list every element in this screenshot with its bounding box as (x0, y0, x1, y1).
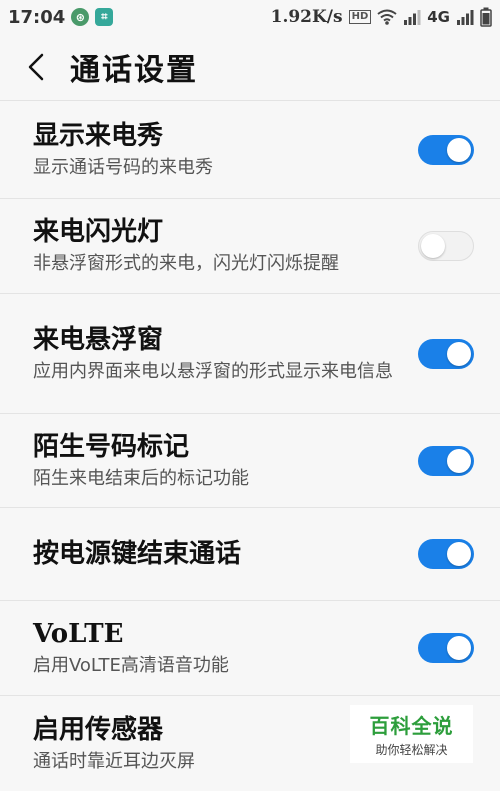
setting-desc: 显示通话号码的来电秀 (33, 156, 213, 178)
volte-toggle[interactable] (418, 633, 474, 663)
flash-light-toggle[interactable] (418, 231, 474, 261)
settings-list: 显示来电秀 显示通话号码的来电秀 来电闪光灯 非悬浮窗形式的来电，闪光灯闪烁提醒… (0, 101, 500, 791)
setting-floating-window[interactable]: 来电悬浮窗 应用内界面来电以悬浮窗的形式显示来电信息 (0, 294, 500, 414)
setting-desc: 通话时靠近耳边灭屏 (33, 750, 195, 772)
wifi-icon (377, 9, 397, 25)
status-bar: 17:04 ⊛ ⌗ 1.92K/s HD 4G (0, 0, 500, 34)
toggle-knob (447, 542, 471, 566)
watermark-main: 百科全说 (369, 714, 454, 738)
power-key-toggle[interactable] (418, 539, 474, 569)
toggle-knob (447, 448, 471, 473)
floating-window-toggle[interactable] (418, 338, 474, 369)
setting-show-call-show[interactable]: 显示来电秀 显示通话号码的来电秀 (0, 101, 500, 199)
setting-desc: 非悬浮窗形式的来电，闪光灯闪烁提醒 (33, 253, 339, 274)
toggle-knob (447, 636, 471, 660)
setting-desc: 应用内界面来电以悬浮窗的形式显示来电信息 (33, 360, 393, 382)
stranger-mark-toggle[interactable] (418, 445, 474, 476)
status-left: 17:04 ⊛ ⌗ (8, 6, 114, 28)
setting-title: 按电源键结束通话 (33, 539, 242, 569)
call-show-toggle[interactable] (418, 134, 474, 165)
setting-desc: 启用VoLTE高清语音功能 (33, 655, 229, 676)
setting-power-key-end-call[interactable]: 按电源键结束通话 (0, 508, 500, 601)
setting-title: 显示来电秀 (33, 120, 164, 151)
toggle-knob (421, 234, 445, 258)
setting-title: 来电闪光灯 (33, 217, 164, 247)
setting-desc: 陌生来电结束后的标记功能 (33, 467, 249, 489)
setting-title: 启用传感器 (33, 714, 164, 745)
watermark-sub: 助你轻松解决 (375, 743, 448, 757)
status-right: 1.92K/s HD 4G (271, 7, 492, 27)
network-type: 4G (427, 8, 450, 26)
app-header: 通话设置 (0, 34, 500, 100)
toggle-knob (447, 341, 471, 366)
setting-title: VoLTE (33, 619, 124, 649)
app-notification-icon: ⊛ (71, 8, 90, 26)
setting-volte[interactable]: VoLTE 启用VoLTE高清语音功能 (0, 601, 500, 696)
setting-title: 来电悬浮窗 (33, 324, 164, 355)
back-button[interactable] (18, 47, 54, 87)
setting-stranger-mark[interactable]: 陌生号码标记 陌生来电结束后的标记功能 (0, 414, 500, 508)
status-time: 17:04 (8, 6, 66, 28)
signal-icon-2 (457, 10, 474, 25)
scan-notification-icon: ⌗ (95, 8, 114, 26)
setting-title: 陌生号码标记 (33, 431, 190, 462)
back-arrow-icon (28, 53, 44, 81)
battery-icon (480, 7, 492, 27)
watermark-logo: 百科全说 助你轻松解决 (350, 705, 473, 763)
network-speed: 1.92K/s (270, 7, 343, 27)
signal-icon (404, 10, 421, 25)
toggle-knob (447, 137, 471, 162)
hd-icon: HD (348, 10, 372, 24)
page-title: 通话设置 (70, 53, 198, 88)
setting-flash-light[interactable]: 来电闪光灯 非悬浮窗形式的来电，闪光灯闪烁提醒 (0, 199, 500, 294)
